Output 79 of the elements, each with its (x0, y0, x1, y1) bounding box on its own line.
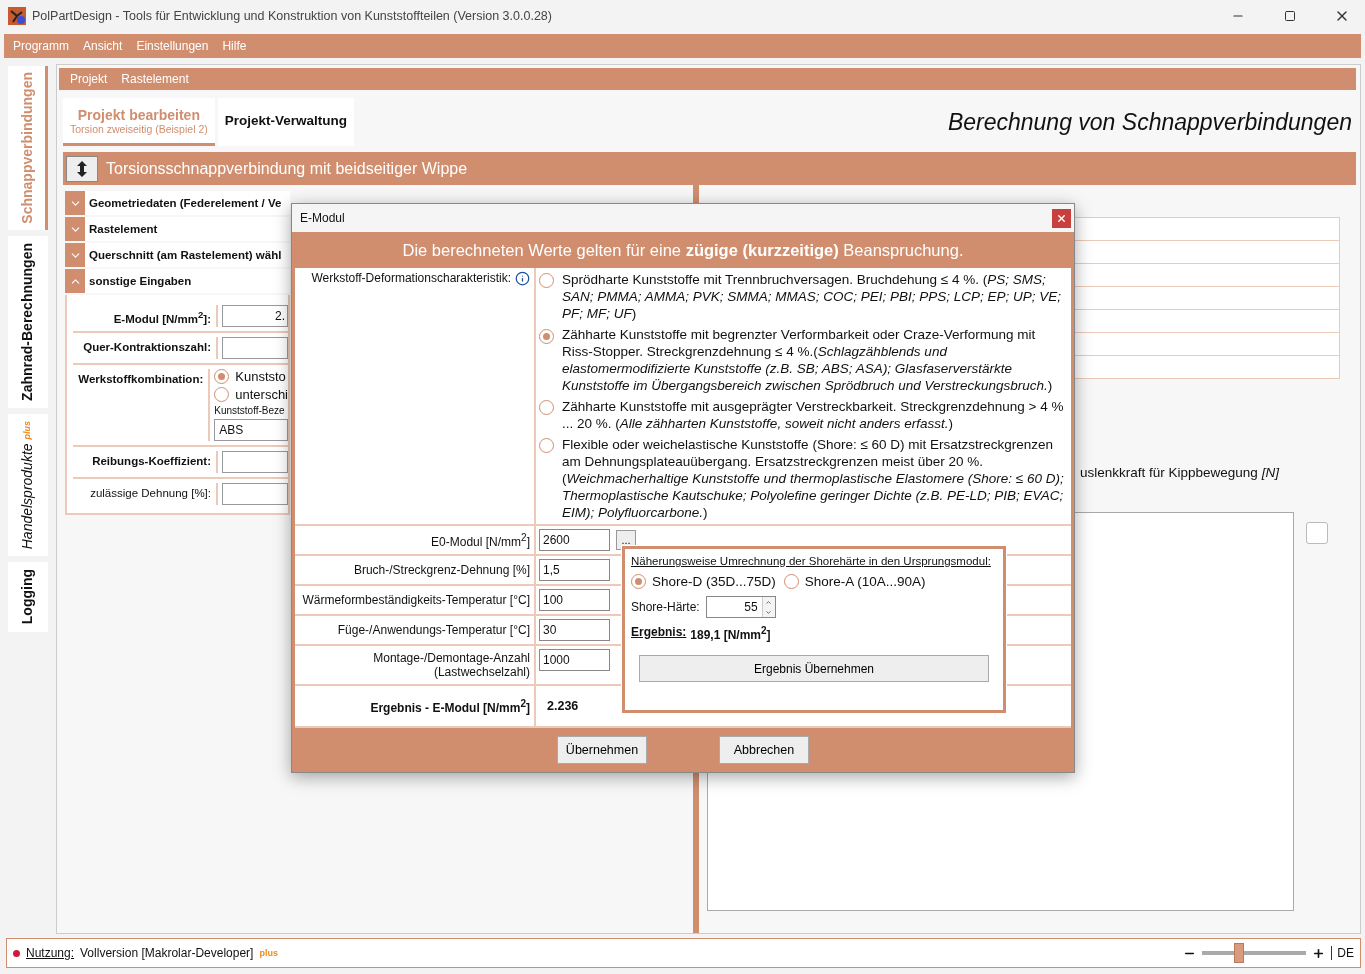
input-field[interactable]: 1000 (539, 649, 610, 671)
input-field[interactable]: ABS (214, 419, 288, 441)
radio-button[interactable] (783, 574, 799, 589)
option-text: Zähharte Kunststoffe mit ausgeprägter Verstreckbarkeit. Streckgrenzdehnung > 4 % ... 20 %. (Alle zähharten Kunststoffe, soweit nicht anders erfasst.) (562, 398, 1065, 432)
page-heading: Berechnung von Schnappverbindungen (947, 108, 1353, 136)
status-dot (13, 949, 20, 957)
radio-button[interactable] (214, 387, 230, 402)
dialog-title: E-Modul (300, 211, 345, 225)
chevron-icon[interactable] (65, 243, 85, 267)
result-value: 189,1 [N/mm$^{2}$] (690, 625, 771, 642)
slider-thumb[interactable] (1234, 943, 1245, 963)
radio-button[interactable] (539, 438, 554, 453)
field-label: Werkstoffkombination: (73, 369, 211, 441)
field-label: E0-Modul [N/mm$^{2}$] (431, 531, 530, 549)
radio-button[interactable] (539, 329, 554, 344)
status-text: Vollversion [Makrolar-Developer] (80, 946, 254, 960)
input-field[interactable]: 30 (539, 619, 610, 641)
status-label[interactable]: Nutzung: (26, 946, 75, 960)
project-tab[interactable]: Projekt-Verwaltung (217, 98, 354, 146)
radio-label: Kunststo (235, 369, 286, 384)
language-label[interactable]: DE (1331, 946, 1354, 960)
radio-label: unterschi (235, 387, 288, 402)
popup-title: Näherungsweise Umrechnung der Shorehärte in den Ursprungsmodul: (631, 555, 992, 567)
input-field[interactable]: 100 (539, 589, 610, 611)
result-label: Ergebnis: (631, 625, 687, 641)
field-label: Quer-Kontraktionszahl: (73, 337, 218, 359)
field-label: Wärmeformbeständigkeits-Temperatur [°C] (302, 593, 530, 607)
spin-field[interactable]: 55 (705, 596, 776, 618)
apply-result-button[interactable]: Ergebnis Übernehmen (639, 655, 989, 682)
result-text: uslenkkraft für Kippbewegung [N] (1080, 465, 1281, 480)
field-label: Montage-/Demontage-Anzahl (Lastwechselzahl) (373, 651, 530, 679)
banner-text: Die berechneten Werte gelten für eine zügige (kurzzeitige) Beanspruchung. (402, 240, 964, 260)
side-tab[interactable]: Handelsprodukte plus (8, 414, 48, 556)
radio-button[interactable] (214, 369, 230, 384)
option-text: Flexible oder weichelastische Kunststoffe (Shore: ≤ 60 D) mit Ersatzstreckgrenzen am Dehnungsplateauübergang. Ersatzstreckgrenzen meist über 20 %. (Weichmacherhaltige Kunststoffe und thermoplastische Elastomere (Shore: ≤ 60 D); Thermoplastische Kautschuke; Polyolefine geringer Dichte (z.B. PE-LD; PIB; EVAC; EIM); Polyfluorcarbone.) (562, 436, 1065, 521)
down-caret-icon[interactable] (765, 608, 773, 616)
radio-button[interactable] (539, 273, 554, 288)
field-label: E-Modul [N/mm$^{2}$]: (73, 305, 218, 327)
radio-label: Shore-A (10A...90A) (804, 574, 926, 589)
input-field[interactable]: 2600 (539, 529, 610, 551)
up-caret-icon[interactable] (765, 598, 773, 606)
chevron-icon[interactable] (65, 269, 85, 293)
close-icon (1056, 212, 1067, 224)
zoom-in-icon[interactable] (1312, 946, 1326, 960)
option-text: Zähharte Kunststoffe mit begrenzter Verformbarkeit oder Craze-Verformung mit Riss-Stopper. Streckgrenzdehnung ≤ 4 %.(Schlagzähblends und elastomermodifizierte Kunststoffe (z.B. SB; ABS; ASA); Glasfaserverstärkte Kunststoffe im Übergangsbereich zwischen Sprödbruch und Verstreckungsbruch.) (562, 326, 1054, 394)
dialog-button[interactable]: Übernehmen (557, 736, 647, 764)
field-label: Bruch-/Streckgrenz-Dehnung [%] (353, 563, 530, 577)
input-field[interactable]: 2. (222, 305, 288, 327)
app-logo-icon (8, 7, 26, 25)
result-value: 2.236 (546, 699, 580, 713)
field-label: Reibungs-Koeffizient: (73, 451, 218, 473)
up-down-arrow-icon (76, 159, 88, 178)
field-label: Kunststoff-Beze (214, 405, 286, 416)
expand-collapse-button[interactable] (66, 155, 98, 182)
info-icon[interactable] (515, 271, 530, 286)
input-field[interactable]: 1,5 (539, 559, 610, 581)
field-label: Füge-/Anwendungs-Temperatur [°C] (337, 623, 530, 637)
radio-button[interactable] (631, 574, 646, 589)
plus-label: plus (259, 948, 278, 958)
radio-label: Shore-D (35D...75D) (652, 574, 776, 589)
input-field[interactable] (222, 337, 288, 359)
side-tab[interactable]: Logging (8, 562, 48, 632)
field-label: zulässige Dehnung [%]: (73, 483, 218, 505)
chevron-icon[interactable] (65, 217, 85, 241)
window-title: PolPartDesign - Tools für Entwicklung und Konstruktion von Kunststoffteilen (Version 3.0.0.28) (32, 9, 553, 23)
dialog-button[interactable]: Abbrechen (719, 736, 809, 764)
result-label: Ergebnis - E-Modul [N/mm$^{2}$] (370, 697, 530, 715)
checkbox[interactable] (1306, 522, 1328, 544)
section-title: Torsionsschnappverbindung mit beidseitiger Wippe (106, 159, 468, 178)
field-label: Werkstoff-Deformationscharakteristik: (311, 271, 511, 285)
input-field[interactable] (222, 483, 288, 505)
radio-button[interactable] (539, 400, 554, 415)
option-text: Sprödharte Kunststoffe mit Trennbruchversagen. Bruchdehung ≤ 4 %. (PS; SMS; SAN; PMMA; AMMA; PVK; SMMA; MMAS; COC; PEI; PBI; PPS; LCP; EP; UP; VE; PF; MF; UF) (562, 271, 1063, 322)
close-button[interactable] (1052, 208, 1071, 228)
field-label: Shore-Härte: (631, 600, 700, 614)
side-tab[interactable]: Zahnrad-Berechnungen (8, 236, 48, 408)
accordion-title[interactable]: Rastelement (85, 223, 158, 235)
input-field[interactable] (222, 451, 288, 473)
chevron-icon[interactable] (65, 191, 85, 215)
